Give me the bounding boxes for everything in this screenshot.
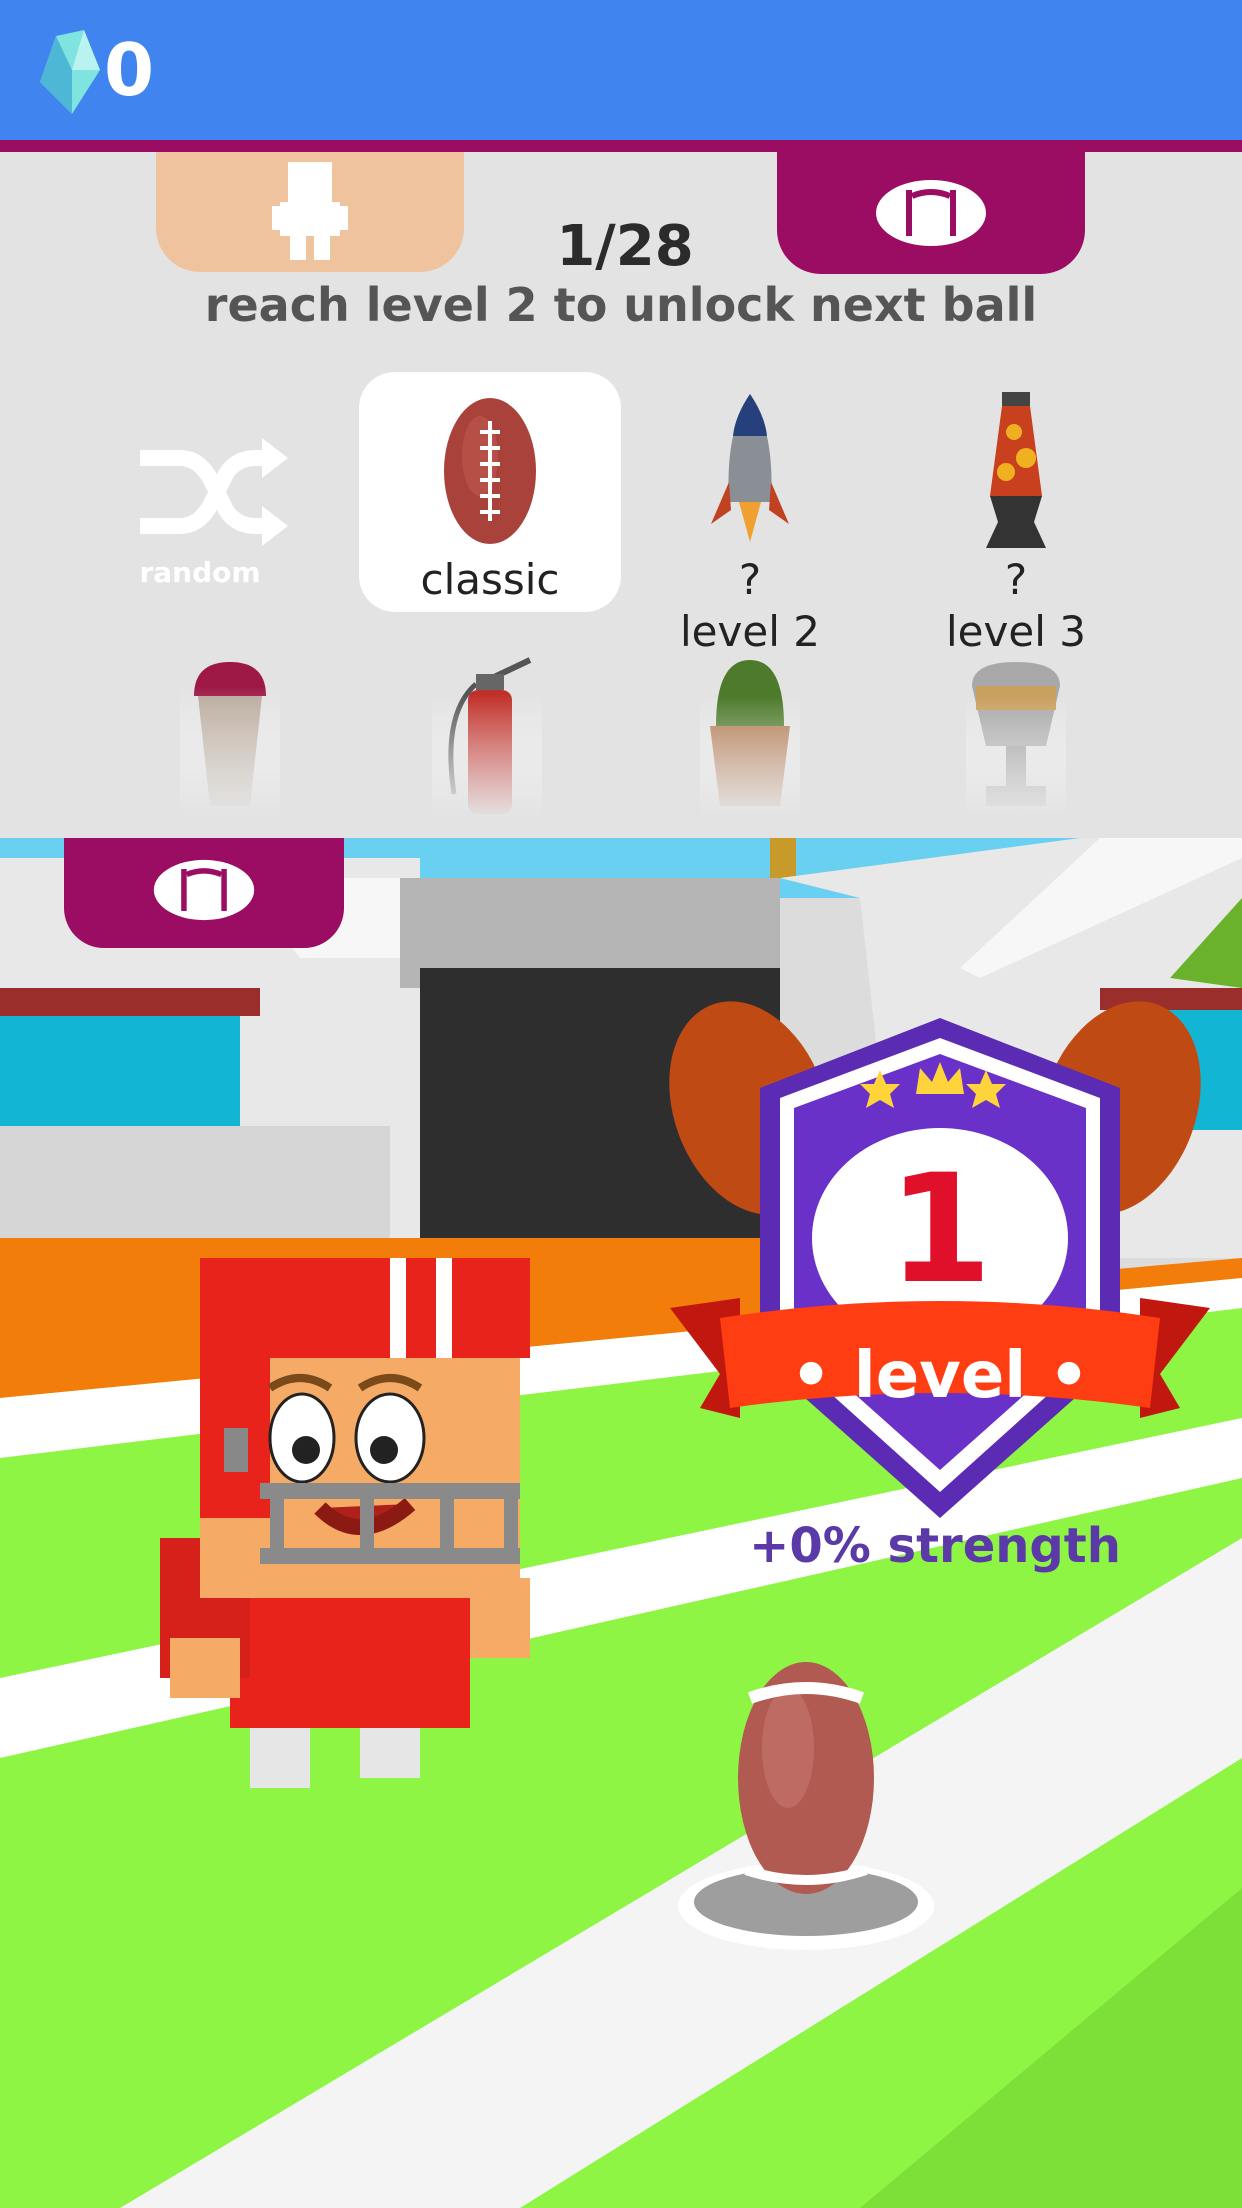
ball-label-rocket: ? <box>738 555 762 604</box>
ball-label-random: random <box>139 556 261 589</box>
ball-item-classic[interactable]: classic <box>359 372 621 612</box>
level-number: 1 <box>887 1143 993 1317</box>
top-bar: 0 <box>0 0 1242 152</box>
football-ball-icon <box>444 398 536 544</box>
tab-ball[interactable] <box>777 152 1085 274</box>
cupcake-icon <box>180 662 280 816</box>
ball-unlock-level-lava-lamp: level 3 <box>946 607 1086 656</box>
football-icon <box>153 859 255 921</box>
ball-item-cactus[interactable] <box>700 656 800 816</box>
tab-character[interactable] <box>156 152 464 272</box>
gem-count: 0 <box>104 28 155 112</box>
ball-item-cupcake[interactable] <box>180 656 280 816</box>
cactus-icon <box>700 660 800 816</box>
unlock-message: reach level 2 to unlock next ball <box>204 278 1038 332</box>
ball-item-extinguisher[interactable] <box>432 654 542 818</box>
level-label: • level • <box>790 1339 1090 1413</box>
football-on-tee <box>678 1662 934 1950</box>
shuffle-icon <box>140 438 288 546</box>
rocket-icon <box>711 394 789 542</box>
fire-extinguisher-icon <box>432 657 542 818</box>
unlock-counter: 1/28 <box>556 214 694 279</box>
football-icon <box>876 180 986 246</box>
scene-ball-tab-button[interactable] <box>64 838 344 948</box>
trophy-cup-icon <box>966 662 1066 816</box>
strength-bonus: +0% strength <box>749 1518 1121 1574</box>
lava-lamp-icon <box>986 392 1046 548</box>
character-icon <box>272 162 348 260</box>
ball-item-rocket[interactable]: ? level 2 <box>660 392 840 658</box>
ball-item-lava-lamp[interactable]: ? level 3 <box>926 392 1106 658</box>
ball-item-trophy-cup[interactable] <box>966 656 1066 816</box>
ball-label-classic: classic <box>420 555 560 604</box>
player-character <box>160 1258 530 1788</box>
diamond-gem-icon <box>40 30 100 114</box>
ball-label-lava-lamp: ? <box>1004 555 1028 604</box>
ball-unlock-level-rocket: level 2 <box>680 607 820 656</box>
ball-item-random[interactable] <box>130 430 290 560</box>
